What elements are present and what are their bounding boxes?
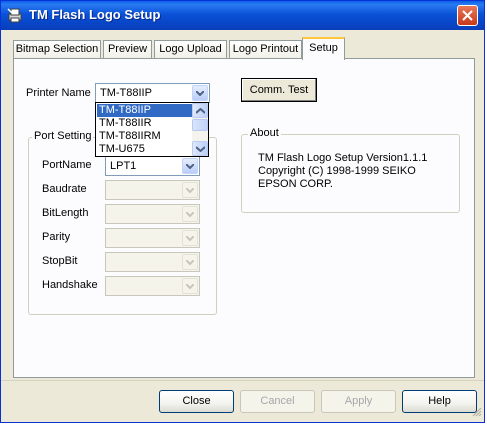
bitlength-label: BitLength <box>42 207 89 219</box>
chevron-down-icon <box>196 146 205 152</box>
scroll-up-button[interactable] <box>192 103 208 118</box>
printer-option[interactable]: TM-T88IIRM <box>97 130 193 143</box>
printer-option[interactable]: TM-T88IIR <box>97 117 193 130</box>
printer-dropdown-button[interactable] <box>192 85 208 101</box>
handshake-dropdown-button[interactable] <box>182 278 198 294</box>
about-version-text: TM Flash Logo Setup Version1.1.1 <box>258 152 428 164</box>
title-bar[interactable]: TM Flash Logo Setup <box>1 1 484 30</box>
comm-test-button[interactable]: Comm. Test <box>241 78 317 102</box>
handshake-label: Handshake <box>42 279 98 291</box>
dropdown-scrollbar[interactable] <box>192 103 208 156</box>
close-button[interactable]: Close <box>159 390 234 413</box>
printer-name-value: TM-T88IIP <box>100 87 152 99</box>
parity-label: Parity <box>42 231 71 243</box>
bitlength-dropdown-button[interactable] <box>182 206 198 222</box>
tab-preview[interactable]: Preview <box>103 40 152 59</box>
cancel-button[interactable]: Cancel <box>240 390 315 413</box>
chevron-down-icon <box>186 212 194 217</box>
tab-setup[interactable]: Setup <box>302 37 345 60</box>
port-name-value: LPT1 <box>110 160 137 172</box>
printer-option[interactable]: TM-T88IIP <box>97 104 193 117</box>
about-copyright-text: Copyright (C) 1998-1999 SEIKO <box>258 165 416 177</box>
handshake-select[interactable] <box>105 276 200 296</box>
printer-dropdown-list[interactable]: TM-T88IIP TM-T88IIR TM-T88IIRM TM-U675 <box>95 102 209 157</box>
scroll-down-button[interactable] <box>192 141 208 156</box>
printer-name-label: Printer Name <box>26 87 91 99</box>
window-title: TM Flash Logo Setup <box>29 7 161 22</box>
baudrate-label: Baudrate <box>42 183 87 195</box>
help-button[interactable]: Help <box>402 390 477 413</box>
parity-dropdown-button[interactable] <box>182 230 198 246</box>
baudrate-select[interactable] <box>105 180 200 200</box>
parity-select[interactable] <box>105 228 200 248</box>
chevron-down-icon <box>186 164 194 169</box>
port-setting-title: Port Setting <box>32 130 94 142</box>
stopbit-select[interactable] <box>105 252 200 272</box>
printer-option[interactable]: TM-U675 <box>97 143 193 156</box>
chevron-down-icon <box>186 260 194 265</box>
chevron-up-icon <box>196 108 205 114</box>
chevron-down-icon <box>186 188 194 193</box>
port-name-select[interactable]: LPT1 <box>105 156 200 176</box>
stopbit-dropdown-button[interactable] <box>182 254 198 270</box>
about-title: About <box>248 127 281 139</box>
port-name-label: PortName <box>42 159 92 171</box>
about-company-text: EPSON CORP. <box>258 178 333 190</box>
app-printer-icon <box>7 7 23 23</box>
port-dropdown-button[interactable] <box>182 158 198 174</box>
chevron-down-icon <box>186 284 194 289</box>
tab-logo-upload[interactable]: Logo Upload <box>154 40 227 59</box>
chevron-down-icon <box>196 91 204 96</box>
apply-button[interactable]: Apply <box>321 390 396 413</box>
dialog-window: TM Flash Logo Setup Bitmap Selection Pre… <box>0 0 485 423</box>
resize-grip-icon[interactable] <box>471 406 482 420</box>
chevron-down-icon <box>186 236 194 241</box>
printer-name-select[interactable]: TM-T88IIP <box>95 83 210 103</box>
footer-divider <box>1 380 484 381</box>
scroll-thumb[interactable] <box>192 119 208 131</box>
baudrate-dropdown-button[interactable] <box>182 182 198 198</box>
tab-bitmap-selection[interactable]: Bitmap Selection <box>13 40 101 59</box>
bitlength-select[interactable] <box>105 204 200 224</box>
tab-logo-printout[interactable]: Logo Printout <box>229 40 302 59</box>
close-icon <box>462 10 473 21</box>
stopbit-label: StopBit <box>42 255 78 267</box>
window-close-button[interactable] <box>457 5 478 26</box>
